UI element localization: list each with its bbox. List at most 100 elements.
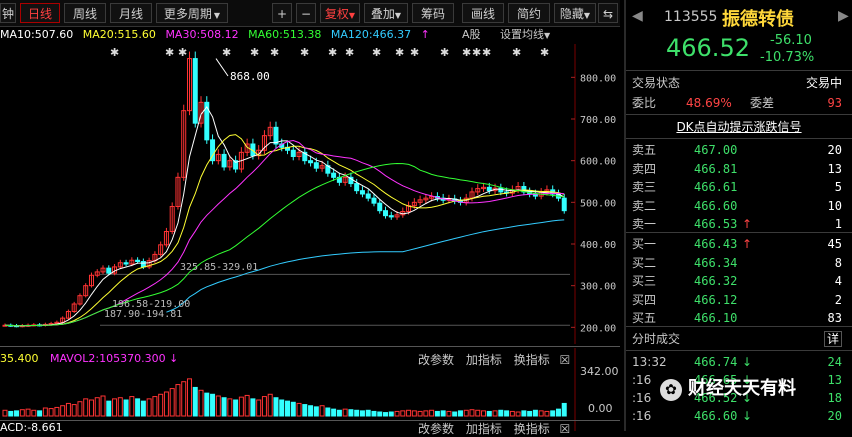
volume-bar (434, 410, 440, 417)
zoom-in-button[interactable]: + (272, 3, 292, 23)
volume-bar (377, 411, 383, 417)
macd-edit-params-button[interactable]: 改参数 (418, 422, 454, 436)
dk-signal-link[interactable]: DK点自动提示涨跌信号 (626, 118, 852, 135)
volume-bar (515, 411, 521, 417)
trade-volume: 18 (827, 391, 842, 405)
hide-button[interactable]: 隐藏▼ (554, 3, 596, 23)
event-star-icon[interactable]: ✱ (482, 46, 491, 59)
candlestick-chart[interactable]: 800.00 700.00 600.00 500.00 400.00 300.00 200.… (0, 44, 620, 344)
y-tick-label: 700.00 (580, 115, 616, 126)
ask-row[interactable]: 卖四 466.81 13 (632, 160, 846, 178)
macd-switch-indicator-button[interactable]: 换指标 (514, 422, 550, 436)
event-star-icon[interactable]: ✱ (372, 46, 381, 59)
volume-bar (238, 396, 244, 417)
minute-period-button[interactable]: 钟 (0, 3, 16, 23)
event-star-icon[interactable]: ✱ (395, 46, 404, 59)
stock-type-label[interactable]: A股 (462, 27, 481, 43)
volume-bar (388, 411, 394, 417)
simple-mode-button[interactable]: 简约 (508, 3, 550, 23)
candle-body (140, 261, 146, 268)
volume-bar (538, 410, 544, 417)
trade-price: 466.60 (694, 409, 738, 423)
ask-row[interactable]: 卖二 466.60 10 (632, 197, 846, 215)
wechat-icon: ✿ (660, 379, 682, 401)
bid-price: 466.43 (694, 237, 738, 251)
chevron-down-icon: ▼ (348, 11, 356, 20)
volume-bar (244, 394, 250, 417)
macd-close-panel-icon[interactable]: ☒ (560, 422, 571, 436)
event-star-icon[interactable]: ✱ (512, 46, 521, 59)
nav-left-icon[interactable]: ◀ (632, 8, 643, 24)
adjust-rights-label: 复权 (324, 7, 349, 21)
volume-bar (123, 399, 129, 417)
trade-price: 466.74 (694, 355, 738, 369)
volume-bar (267, 393, 273, 417)
chips-button[interactable]: 筹码 (412, 3, 454, 23)
volume-bar (210, 393, 216, 417)
candle-body (273, 126, 279, 145)
event-star-icon[interactable]: ✱ (440, 46, 449, 59)
ask-row[interactable]: 卖一 466.53 ↑ 1 (632, 215, 846, 233)
event-star-icon[interactable]: ✱ (410, 46, 419, 59)
volume-bar (411, 410, 417, 417)
bid-label: 买三 (632, 274, 657, 288)
adjust-rights-button[interactable]: 复权▼ (320, 3, 360, 23)
trades-title: 分时成交 (632, 332, 681, 346)
event-star-icon[interactable]: ✱ (462, 46, 471, 59)
volume-bar (233, 399, 239, 417)
event-star-icon[interactable]: ✱ (270, 46, 279, 59)
volume-bar (313, 406, 319, 417)
volume-bar (71, 404, 77, 417)
volume-bar (146, 398, 152, 417)
volume-bar (308, 405, 314, 417)
event-star-icon[interactable]: ✱ (165, 46, 174, 59)
monthly-period-button[interactable]: 月线 (110, 3, 152, 23)
y-tick-label: 200.00 (580, 323, 616, 334)
ask-row[interactable]: 卖三 466.61 5 (632, 178, 846, 196)
price-axis: 800.00 700.00 600.00 500.00 400.00 300.00 200.… (571, 44, 616, 344)
macd-add-indicator-button[interactable]: 加指标 (466, 422, 502, 436)
candle-body (106, 267, 112, 274)
event-star-icon[interactable]: ✱ (250, 46, 259, 59)
nav-right-icon[interactable]: ▶ (838, 8, 849, 24)
event-star-icon[interactable]: ✱ (345, 46, 354, 59)
ask-price: 466.53 (694, 217, 738, 231)
more-periods-button[interactable]: 更多周期 ▼ (156, 3, 228, 23)
bid-row[interactable]: 买二 466.34 8 (632, 254, 846, 272)
chart-toolbar: 钟 日线 周线 月线 更多周期 ▼ + − 复权▼ 叠加▼ 筹码 画线 简约 隐藏… (0, 0, 620, 27)
bid-row[interactable]: 买三 466.32 4 (632, 272, 846, 290)
bid-row[interactable]: 买五 466.10 83 (632, 309, 846, 327)
quote-panel: ◀ ▶ 113555 振德转债 466.52 -56.10 -10.73% 交易… (624, 0, 852, 431)
weekly-period-button[interactable]: 周线 (64, 3, 106, 23)
zoom-out-button[interactable]: − (296, 3, 316, 23)
y-tick-label: 500.00 (580, 198, 616, 209)
bid-volume: 2 (834, 292, 842, 307)
collapse-arrows-icon[interactable]: ⇆ (598, 3, 618, 23)
event-star-icon[interactable]: ✱ (300, 46, 309, 59)
y-tick-label: 300.00 (580, 282, 616, 293)
candle-body (123, 262, 129, 265)
bid-row[interactable]: 买四 466.12 2 (632, 291, 846, 309)
chevron-down-icon: ▼ (583, 11, 591, 20)
overlay-button[interactable]: 叠加▼ (364, 3, 408, 23)
event-star-icon[interactable]: ✱ (178, 46, 187, 59)
trades-detail-button[interactable]: 详 (823, 331, 842, 347)
volume-tick-bottom: 0.00 (588, 402, 613, 415)
panel-divider (0, 346, 620, 347)
event-star-icon[interactable]: ✱ (472, 46, 481, 59)
high-annotation: 868.00 (230, 70, 270, 83)
daily-period-button[interactable]: 日线 (20, 3, 60, 23)
ask-row[interactable]: 卖五 467.00 20 (632, 141, 846, 159)
event-star-icon[interactable]: ✱ (222, 46, 231, 59)
event-star-icon[interactable]: ✱ (328, 46, 337, 59)
bid-row[interactable]: 买一 466.43 ↑ 45 (632, 235, 846, 253)
trade-row: :16 466.60 ↓ 20 (632, 407, 846, 425)
draw-line-button[interactable]: 画线 (462, 3, 504, 23)
event-star-icon[interactable]: ✱ (540, 46, 549, 59)
ma-settings-button[interactable]: 设置均线▼ (500, 27, 550, 44)
volume-bar (440, 410, 446, 417)
volume-bar (383, 412, 389, 417)
volume-bar (285, 400, 290, 417)
event-markers: ✱ ✱ ✱ ✱ ✱ ✱ ✱ ✱ ✱ ✱ ✱ ✱ ✱ ✱ ✱ ✱ ✱ ✱ (110, 46, 549, 77)
event-star-icon[interactable]: ✱ (110, 46, 119, 59)
